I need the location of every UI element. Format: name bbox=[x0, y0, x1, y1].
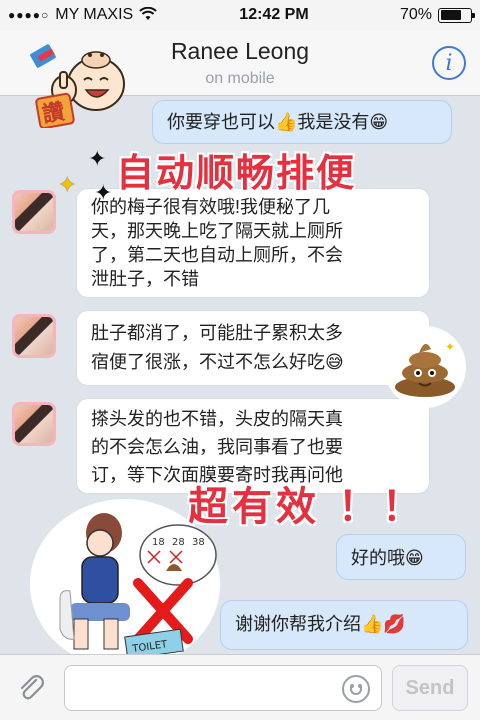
outgoing-message[interactable]: 好的哦😁 bbox=[336, 534, 466, 580]
constipation-cartoon: 18 28 38 TOILET bbox=[30, 499, 220, 669]
sparkle-icon: ✦ bbox=[94, 180, 113, 205]
poop-sticker: ✦ bbox=[384, 326, 466, 408]
outgoing-message[interactable]: 谢谢你帮我介绍👍💋 bbox=[220, 600, 468, 650]
status-right: 70% bbox=[399, 6, 475, 24]
paperclip-icon[interactable] bbox=[14, 671, 48, 705]
poop-icon: ✦ bbox=[395, 340, 455, 397]
send-button[interactable]: Send bbox=[392, 665, 468, 711]
battery-fill bbox=[440, 10, 461, 20]
battery-icon bbox=[438, 7, 475, 23]
message-text: 你要穿也可以👍我是没有😁 bbox=[167, 112, 389, 132]
message-line: 的不会怎么油，我同事看了也要 bbox=[91, 437, 343, 457]
message-line: 天，那天晚上吃了隔天就上厕所 bbox=[91, 221, 343, 241]
sparkle-icon: ✦ bbox=[58, 172, 77, 197]
calendar-day: 18 bbox=[152, 537, 165, 548]
calendar-thought-bubble: 18 28 38 bbox=[139, 524, 217, 586]
contact-avatar[interactable] bbox=[12, 314, 56, 358]
contact-info-button[interactable]: i bbox=[432, 46, 466, 80]
calendar-day: 28 bbox=[172, 537, 185, 548]
message-line: 肚子都消了，可能肚子累积太多 bbox=[91, 323, 343, 343]
headline-overlay: 自动顺畅排便 bbox=[116, 151, 357, 195]
effective-overlay: 超有效 ！！ bbox=[188, 484, 426, 530]
message-line: 宿便了很涨，不过不怎么好吃😅 bbox=[91, 352, 344, 372]
message-input[interactable] bbox=[64, 665, 382, 711]
carrier-name: MY MAXIS bbox=[55, 6, 134, 23]
message-line: 你的梅子很有效哦!我便秘了几 bbox=[91, 197, 330, 217]
sparkle-icon: ✦ bbox=[88, 146, 107, 171]
message-text: 谢谢你帮我介绍👍💋 bbox=[235, 614, 406, 634]
outgoing-message[interactable]: 你要穿也可以👍我是没有😁 bbox=[152, 100, 452, 144]
contact-avatar[interactable] bbox=[12, 190, 56, 234]
message-text: 好的哦😁 bbox=[351, 548, 424, 568]
signal-strength-icon: ●●●●○ bbox=[8, 8, 50, 22]
woman-on-toilet-illustration bbox=[59, 513, 130, 650]
emoji-icon[interactable] bbox=[342, 675, 370, 703]
incoming-message[interactable]: 你的梅子很有效哦!我便秘了几 天，那天晚上吃了隔天就上厕所 了，第二天也自动上厕… bbox=[76, 188, 430, 298]
incoming-message[interactable]: 肚子都消了，可能肚子累积太多 宿便了很涨，不过不怎么好吃😅 bbox=[76, 310, 430, 386]
calendar-day: 38 bbox=[192, 537, 205, 548]
message-line: 了，第二天也自动上厕所，不会 bbox=[91, 245, 343, 265]
message-line: 搽头发的也不错，头皮的隔天真 bbox=[91, 409, 343, 429]
battery-percent: 70% bbox=[399, 6, 432, 23]
contact-avatar[interactable] bbox=[12, 402, 56, 446]
compose-bar: Send bbox=[0, 654, 480, 720]
message-line: 泄肚子，不错 bbox=[91, 269, 199, 289]
clock: 12:42 PM bbox=[239, 6, 309, 23]
status-bar: ●●●●○ MY MAXIS 12:42 PM 70% bbox=[0, 0, 480, 30]
svg-text:✦: ✦ bbox=[445, 340, 455, 354]
